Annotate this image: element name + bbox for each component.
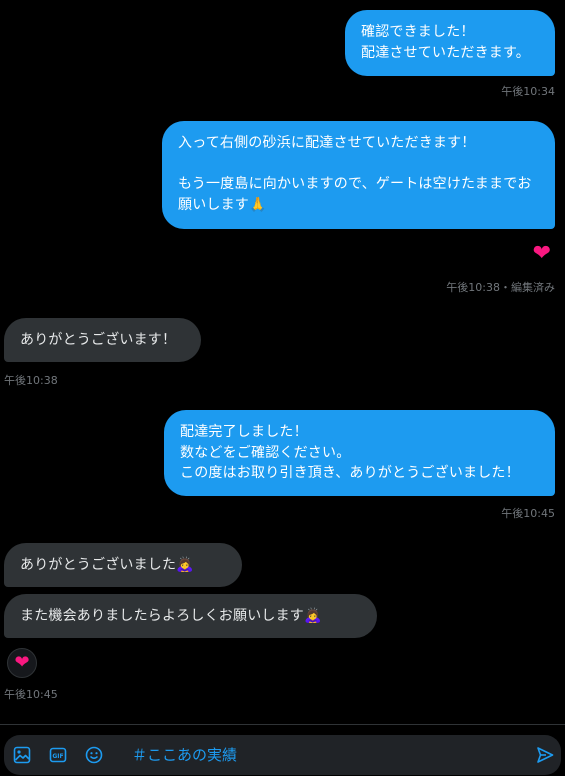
conversation-thread: 確認できました！ 配達させていただきます。 午後10:34 入って右側の砂浜に配… — [0, 0, 565, 724]
emoji-icon[interactable] — [84, 745, 104, 765]
message-bubble-incoming[interactable]: ありがとうございました🙇‍♀️ — [4, 543, 242, 587]
message-bubble-incoming[interactable]: また機会ありましたらよろしくお願いします🙇‍♀️ — [4, 594, 377, 638]
message-bubble-outgoing[interactable]: 入って右側の砂浜に配達させていただきます！ もう一度島に向かいますので、ゲートは… — [162, 121, 555, 229]
message-bubble-outgoing[interactable]: 確認できました！ 配達させていただきます。 — [345, 10, 555, 76]
message-input[interactable] — [132, 745, 512, 765]
message-timestamp: 午後10:34 — [501, 85, 555, 98]
gif-icon[interactable]: GIF — [48, 745, 68, 765]
message-bubble-incoming[interactable]: ありがとうございます！ — [4, 318, 201, 362]
message-bubble-outgoing[interactable]: 配達完了しました！ 数などをご確認ください。 この度はお取り引き頂き、ありがとう… — [164, 410, 555, 496]
message-composer: GIF — [0, 724, 565, 776]
message-timestamp: 午後10:38・編集済み — [446, 281, 555, 294]
image-icon[interactable] — [12, 745, 32, 765]
message-timestamp: 午後10:38 — [4, 374, 58, 387]
send-icon[interactable] — [535, 745, 555, 765]
heart-icon: ❤ — [14, 652, 30, 673]
composer-bar: GIF — [4, 735, 561, 775]
message-timestamp: 午後10:45 — [4, 688, 58, 701]
heart-reaction-icon[interactable]: ❤ — [533, 243, 551, 265]
svg-text:GIF: GIF — [52, 753, 63, 760]
message-timestamp: 午後10:45 — [501, 507, 555, 520]
heart-reaction[interactable]: ❤ — [7, 648, 37, 678]
